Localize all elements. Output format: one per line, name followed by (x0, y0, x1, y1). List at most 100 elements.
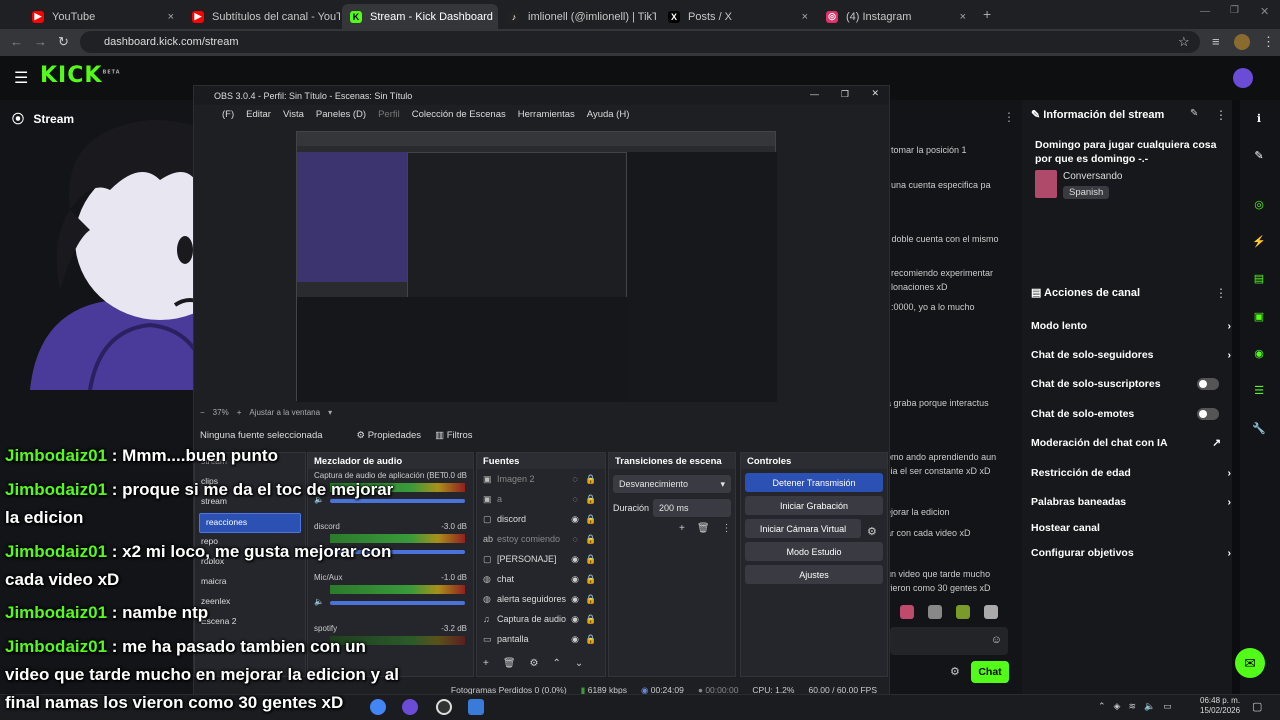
toggle-subs-only[interactable] (1197, 378, 1219, 390)
toggle-emotes-only[interactable] (1197, 408, 1219, 420)
app-icon[interactable] (468, 699, 484, 715)
reload-icon[interactable]: ↻ (58, 34, 69, 50)
wrench-icon[interactable]: 🔧 (1248, 417, 1270, 439)
settings-button[interactable]: Ajustes (745, 565, 883, 584)
volume-slider[interactable] (330, 601, 465, 605)
chrome-icon[interactable] (370, 699, 386, 715)
action-subs-only[interactable]: Chat de solo-suscriptores (1031, 378, 1231, 390)
emoji-icon[interactable]: ☺ (991, 634, 1002, 646)
volume-icon[interactable]: 🔈 (1144, 701, 1155, 712)
lock-icon[interactable]: 🔒 (583, 594, 599, 605)
forward-icon[interactable]: → (34, 34, 47, 49)
hamburger-icon[interactable]: ☰ (14, 68, 28, 88)
eye-icon[interactable]: ◉ (567, 514, 583, 525)
chat-bubble-icon[interactable]: ▣ (1248, 305, 1270, 327)
duration-input[interactable]: 200 ms (653, 499, 731, 517)
zoom-in-icon[interactable]: + (237, 408, 242, 417)
lock-icon[interactable]: 🔒 (583, 574, 599, 585)
tab-x[interactable]: X Posts / X × (660, 4, 816, 29)
source-item[interactable]: ▢ [PERSONAJE] ◉ 🔒 (477, 549, 605, 569)
battery-icon[interactable]: ▭ (1163, 701, 1172, 712)
speaker-icon[interactable]: 🔈 (314, 597, 324, 606)
eye-hidden-icon[interactable]: ◌ (567, 474, 583, 484)
obs-icon[interactable] (436, 699, 452, 715)
tab-instagram[interactable]: ◎ (4) Instagram × (818, 4, 974, 29)
scene-item[interactable]: maicra (195, 573, 305, 593)
more-icon[interactable]: ⋮ (722, 523, 732, 534)
lock-icon[interactable]: 🔒 (583, 514, 599, 525)
tray-icon[interactable]: ◈ (1114, 701, 1121, 712)
transition-select[interactable]: Desvanecimiento ▾ (613, 475, 731, 493)
maximize-icon[interactable]: ❐ (1230, 5, 1239, 16)
profile-avatar[interactable] (1234, 34, 1250, 50)
tab-tiktok[interactable]: ♪ imlionell (@imlionell) | TikTok × (500, 4, 656, 29)
add-icon[interactable]: + (483, 658, 489, 669)
gear-icon[interactable]: ⚙ (530, 658, 539, 669)
scene-item[interactable]: Escena 2 (195, 613, 305, 633)
action-configure-goals[interactable]: Configurar objetivos › (1031, 547, 1231, 559)
more-icon[interactable]: ⋮ (1003, 110, 1015, 124)
scene-item-selected[interactable]: reacciones (199, 513, 301, 533)
menu-help[interactable]: Ayuda (H) (587, 109, 630, 120)
edit-icon[interactable]: ✎ (1190, 108, 1198, 119)
source-item[interactable]: ♫ Captura de audio ◉ 🔒 (477, 609, 605, 629)
document-icon[interactable]: ▤ (1248, 267, 1270, 289)
scene-item[interactable]: zeenlex (195, 593, 305, 613)
chat-send-button[interactable]: Chat (971, 661, 1009, 683)
tab-youtube[interactable]: ▶ YouTube × (24, 4, 182, 29)
source-item[interactable]: ▣ a ◌ 🔒 (477, 489, 605, 509)
source-item[interactable]: ab estoy comiendo ◌ 🔒 (477, 529, 605, 549)
pencil-icon[interactable]: ✎ (1248, 144, 1270, 166)
notification-icon[interactable]: ▢ (1252, 700, 1262, 713)
back-icon[interactable]: ← (10, 34, 23, 49)
down-icon[interactable]: ⌄ (575, 658, 583, 669)
close-icon[interactable]: × (954, 11, 966, 23)
menu-scene-collection[interactable]: Colección de Escenas (412, 109, 506, 120)
menu-docks[interactable]: Paneles (D) (316, 109, 366, 120)
up-icon[interactable]: ⌃ (553, 658, 561, 669)
action-banned-words[interactable]: Palabras baneadas › (1031, 496, 1231, 508)
chevron-up-icon[interactable]: ⌃ (1098, 701, 1106, 712)
wifi-icon[interactable]: ≋ (1128, 701, 1136, 712)
studio-mode-button[interactable]: Modo Estudio (745, 542, 883, 561)
chat-fab-button[interactable]: ✉ (1235, 648, 1265, 678)
emote-icon[interactable] (984, 605, 998, 619)
minimize-icon[interactable]: — (1200, 6, 1210, 17)
emote-icon[interactable] (900, 605, 914, 619)
start-recording-button[interactable]: Iniciar Grabación (745, 496, 883, 515)
more-icon[interactable]: ⋮ (1215, 286, 1227, 300)
trash-icon[interactable]: 🗑 (697, 523, 710, 534)
source-item[interactable]: ▣ Imagen 2 ◌ 🔒 (477, 469, 605, 489)
media-icon[interactable]: ≡ (1212, 34, 1220, 49)
menu-tools[interactable]: Herramientas (518, 109, 575, 120)
eye-icon[interactable]: ◉ (567, 614, 583, 625)
eye-icon[interactable]: ◉ (567, 554, 583, 565)
lock-icon[interactable]: 🔒 (583, 614, 599, 625)
filters-button[interactable]: ▥ Filtros (435, 430, 473, 441)
menu-view[interactable]: Vista (283, 109, 304, 120)
lock-icon[interactable]: 🔒 (583, 474, 599, 485)
emote-icon[interactable] (928, 605, 942, 619)
bookmark-star-icon[interactable]: ☆ (1178, 34, 1190, 50)
start-virtual-camera-button[interactable]: Iniciar Cámara Virtual (745, 519, 861, 538)
stop-streaming-button[interactable]: Detener Transmisión (745, 473, 883, 492)
maximize-icon[interactable]: ❐ (841, 89, 849, 100)
lock-icon[interactable]: 🔒 (583, 534, 599, 545)
lock-icon[interactable]: 🔒 (583, 554, 599, 565)
source-item[interactable]: ◍ alerta seguidores ◉ 🔒 (477, 589, 605, 609)
user-avatar[interactable] (1233, 68, 1253, 88)
source-item[interactable]: ◍ chat ◉ 🔒 (477, 569, 605, 589)
clock[interactable]: 06:48 p. m. 15/02/2026 (1200, 696, 1240, 716)
eye-hidden-icon[interactable]: ◌ (567, 494, 583, 504)
eye-icon[interactable]: ◉ (567, 634, 583, 645)
menu-dots-icon[interactable]: ⋮ (1262, 34, 1275, 50)
close-icon[interactable]: × (162, 11, 174, 23)
chat-input[interactable]: ☺ (890, 627, 1008, 655)
lock-icon[interactable]: 🔒 (583, 634, 599, 645)
action-ai-moderation[interactable]: Moderación del chat con IA ↗ (1031, 437, 1231, 449)
list-icon[interactable]: ☰ (1248, 379, 1270, 401)
emote-icon[interactable] (956, 605, 970, 619)
eye-icon[interactable]: ◉ (567, 574, 583, 585)
menu-file[interactable]: (F) (222, 109, 234, 120)
obs-preview[interactable] (296, 131, 777, 402)
